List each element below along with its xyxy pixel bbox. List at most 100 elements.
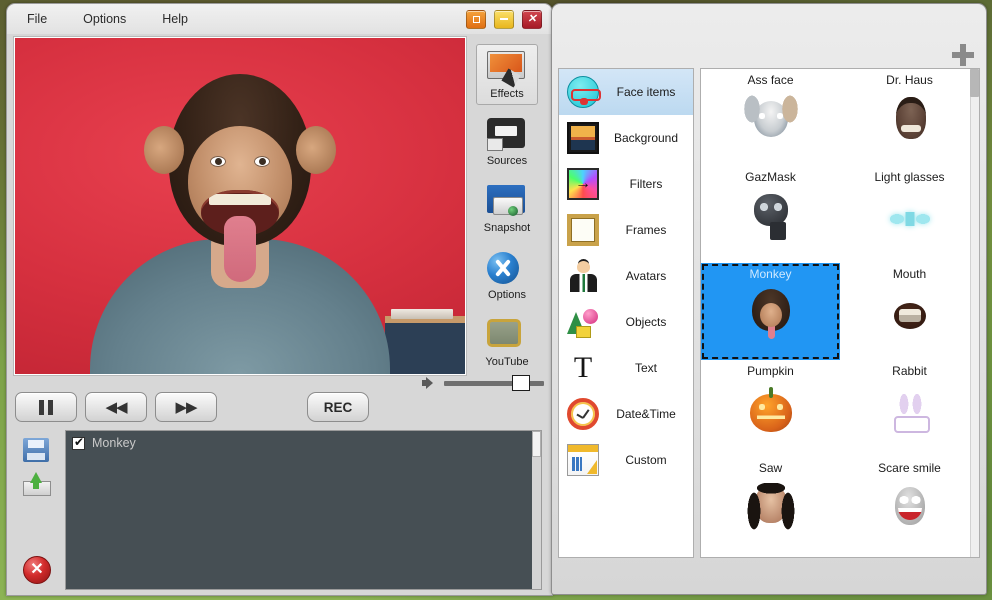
background-icon bbox=[567, 122, 599, 154]
minimize-icon[interactable] bbox=[494, 9, 514, 29]
volume-slider-handle[interactable] bbox=[512, 374, 530, 391]
effects-grid-scrollbar[interactable] bbox=[970, 69, 979, 557]
category-avatars[interactable]: Avatars bbox=[559, 253, 693, 299]
dr-haus-thumbnail-icon bbox=[881, 91, 939, 153]
effects-list-scrollbar[interactable] bbox=[532, 431, 541, 589]
list-item[interactable]: Monkey bbox=[66, 431, 541, 450]
effects-grid-scroll-thumb[interactable] bbox=[970, 69, 979, 97]
video-preview-frame bbox=[13, 36, 467, 376]
ass-face-thumbnail-icon bbox=[742, 91, 800, 153]
youtube-icon bbox=[487, 319, 527, 353]
video-preview[interactable] bbox=[15, 38, 465, 374]
mouth-thumbnail-icon bbox=[881, 285, 939, 347]
remove-icon[interactable]: ✕ bbox=[23, 556, 51, 584]
effect-cell-pumpkin[interactable]: Pumpkin bbox=[701, 360, 840, 457]
main-application-window: File Options Help ✕ Effects Sources Snap… bbox=[6, 3, 553, 596]
options-icon bbox=[487, 252, 527, 286]
category-label: Face items bbox=[616, 85, 676, 99]
toolbar-item-snapshot[interactable]: Snapshot bbox=[476, 178, 538, 239]
save-icon[interactable] bbox=[23, 438, 49, 462]
menu-bar: File Options Help ✕ bbox=[7, 4, 552, 34]
rewind-button[interactable]: ◀◀ bbox=[85, 392, 147, 422]
toolbar-label-effects: Effects bbox=[490, 88, 524, 100]
rewind-icon: ◀◀ bbox=[105, 399, 127, 416]
gazmask-thumbnail-icon bbox=[742, 188, 800, 250]
category-panel: Face items Background Filters Frames Ava… bbox=[558, 68, 694, 558]
toolbar-item-effects[interactable]: Effects bbox=[476, 44, 538, 105]
speaker-icon bbox=[422, 377, 436, 389]
effect-label: Mouth bbox=[892, 267, 927, 281]
category-custom[interactable]: Custom bbox=[559, 437, 693, 483]
date-time-icon bbox=[567, 398, 599, 430]
category-objects[interactable]: Objects bbox=[559, 299, 693, 345]
effect-cell-gazmask[interactable]: GazMask bbox=[701, 166, 840, 263]
effect-cell-mouth[interactable]: Mouth bbox=[840, 263, 979, 360]
saw-thumbnail-icon bbox=[742, 479, 800, 541]
category-text[interactable]: T Text bbox=[559, 345, 693, 391]
forward-icon: ▶▶ bbox=[175, 399, 197, 416]
effect-cell-saw[interactable]: Saw bbox=[701, 457, 840, 554]
monkey-teeth bbox=[209, 194, 271, 205]
menu-help[interactable]: Help bbox=[162, 12, 188, 26]
toolbar-label-snapshot: Snapshot bbox=[483, 222, 531, 234]
pumpkin-thumbnail-icon bbox=[742, 382, 800, 444]
effect-label: Light glasses bbox=[874, 170, 945, 184]
effect-cell-ass-face[interactable]: Ass face bbox=[701, 69, 840, 166]
filters-icon bbox=[567, 168, 599, 200]
toolbar-label-sources: Sources bbox=[486, 155, 528, 167]
restore-icon[interactable] bbox=[466, 9, 486, 29]
category-filters[interactable]: Filters bbox=[559, 161, 693, 207]
toolbar-label-options: Options bbox=[488, 289, 526, 301]
menu-file[interactable]: File bbox=[27, 12, 47, 26]
category-label: Filters bbox=[629, 177, 663, 191]
rabbit-thumbnail-icon bbox=[881, 382, 939, 444]
browser-body: Face items Background Filters Frames Ava… bbox=[558, 68, 980, 558]
effect-label: Scare smile bbox=[878, 461, 941, 475]
volume-control[interactable] bbox=[422, 374, 544, 391]
effect-cell-light-glasses[interactable]: Light glasses bbox=[840, 166, 979, 263]
effects-list-area: ✕ Monkey bbox=[7, 430, 552, 595]
monkey-thumbnail-icon bbox=[742, 285, 800, 347]
objects-icon bbox=[567, 306, 599, 338]
menu-options[interactable]: Options bbox=[83, 12, 126, 26]
sources-icon bbox=[487, 118, 527, 152]
toolbar-label-youtube: YouTube bbox=[485, 356, 529, 368]
applied-effects-list[interactable]: Monkey bbox=[65, 430, 542, 590]
effect-label: GazMask bbox=[745, 170, 796, 184]
avatars-icon bbox=[567, 260, 599, 292]
effect-cell-scare-smile[interactable]: Scare smile bbox=[840, 457, 979, 554]
snapshot-icon bbox=[487, 185, 527, 219]
category-face-items[interactable]: Face items bbox=[559, 69, 693, 115]
category-label: Objects bbox=[625, 315, 667, 329]
text-icon: T bbox=[573, 351, 593, 384]
category-label: Date&Time bbox=[616, 407, 676, 421]
load-icon[interactable] bbox=[23, 472, 51, 496]
effect-label: Monkey bbox=[749, 267, 792, 281]
light-glasses-thumbnail-icon bbox=[881, 188, 939, 250]
toolbar-item-sources[interactable]: Sources bbox=[476, 111, 538, 172]
effect-name: Monkey bbox=[92, 436, 136, 450]
effect-label: Ass face bbox=[747, 73, 794, 87]
effects-list-scroll-thumb[interactable] bbox=[532, 431, 541, 457]
close-icon[interactable]: ✕ bbox=[522, 9, 542, 29]
effect-cell-monkey[interactable]: Monkey bbox=[701, 263, 840, 360]
pause-button[interactable] bbox=[15, 392, 77, 422]
toolbar-item-options[interactable]: Options bbox=[476, 245, 538, 306]
effect-cell-rabbit[interactable]: Rabbit bbox=[840, 360, 979, 457]
category-date-time[interactable]: Date&Time bbox=[559, 391, 693, 437]
effects-grid-panel: Ass face Dr. Haus GazMask Light glasses … bbox=[700, 68, 980, 558]
toolbar-item-youtube[interactable]: YouTube bbox=[476, 312, 538, 373]
effect-label: Saw bbox=[758, 461, 783, 475]
plus-icon[interactable] bbox=[952, 44, 974, 66]
effect-checkbox[interactable] bbox=[72, 435, 85, 450]
volume-slider[interactable] bbox=[444, 374, 544, 391]
eye-right bbox=[254, 156, 270, 167]
monkey-ear-right bbox=[296, 126, 336, 174]
effect-label: Pumpkin bbox=[747, 364, 794, 378]
forward-button[interactable]: ▶▶ bbox=[155, 392, 217, 422]
effect-cell-dr-haus[interactable]: Dr. Haus bbox=[840, 69, 979, 166]
category-frames[interactable]: Frames bbox=[559, 207, 693, 253]
record-button[interactable]: REC bbox=[307, 392, 369, 422]
category-label: Text bbox=[634, 361, 657, 375]
category-background[interactable]: Background bbox=[559, 115, 693, 161]
